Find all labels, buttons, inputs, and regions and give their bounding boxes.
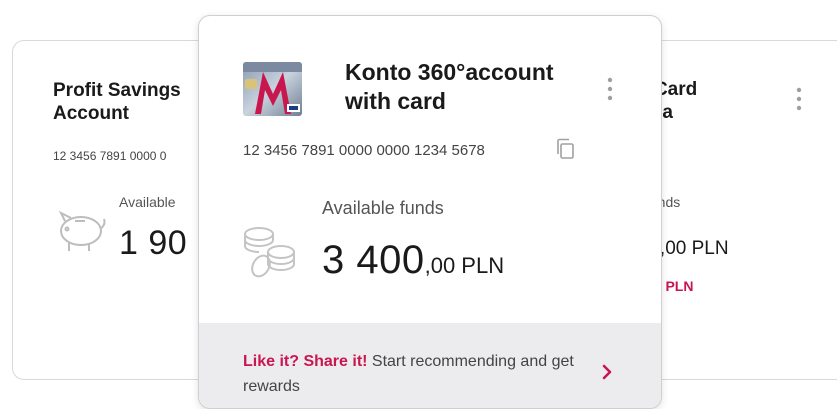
millennium-card-icon	[243, 62, 302, 116]
chevron-right-icon[interactable]	[601, 363, 613, 381]
account-number: 12 3456 7891 0000 0000 1234 5678	[243, 142, 485, 159]
available-funds-label: Available funds	[322, 198, 444, 218]
balance-main: 3 400	[322, 238, 425, 282]
kebab-menu-icon[interactable]	[607, 76, 613, 104]
card-title: Konto 360°account with card	[345, 59, 554, 114]
share-label: Like it? Share it!	[243, 353, 368, 370]
available-funds-label: Available	[119, 194, 176, 210]
balance-decimals: ,00 PLN	[424, 253, 505, 278]
account-number: 12 3456 7891 0000 0	[53, 149, 167, 163]
balance-decimals: ,00 PLN	[659, 238, 729, 259]
balance-amount: 3 400,00 PLN	[322, 238, 504, 283]
piggy-bank-icon	[58, 210, 106, 251]
balance-amount: 1 90	[119, 224, 188, 262]
coins-icon	[244, 227, 295, 278]
card-title: Profit Savings Account	[53, 80, 181, 124]
copy-icon[interactable]	[555, 138, 575, 160]
konto-360-account-card[interactable]: Konto 360°account with card 12 3456 7891…	[198, 15, 662, 409]
kebab-menu-icon[interactable]	[796, 86, 802, 114]
recommend-text: Like it? Share it! Start recommending an…	[243, 349, 593, 399]
recommend-banner[interactable]: Like it? Share it! Start recommending an…	[199, 323, 661, 408]
